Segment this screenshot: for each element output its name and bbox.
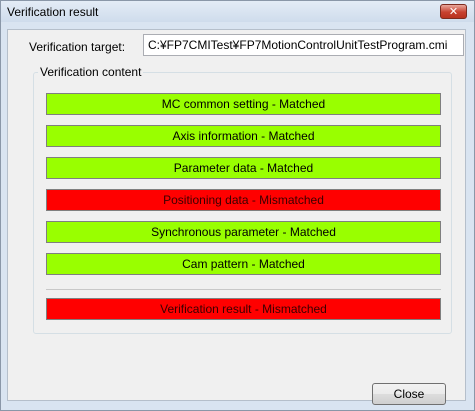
window-title: Verification result [7, 5, 99, 19]
verification-content-legend: Verification content [38, 65, 144, 79]
result-mc-common-setting: MC common setting - Matched [46, 93, 441, 115]
overall-verification-result: Verification result - Mismatched [46, 298, 441, 320]
close-button-label: Close [393, 387, 425, 401]
result-parameter-data: Parameter data - Matched [46, 157, 441, 179]
result-axis-information: Axis information - Matched [46, 125, 441, 147]
close-window-icon[interactable]: ✕ [440, 4, 467, 19]
result-positioning-data: Positioning data - Mismatched [46, 189, 441, 211]
close-button[interactable]: Close [372, 383, 446, 405]
result-synchronous-parameter: Synchronous parameter - Matched [46, 221, 441, 243]
title-bar: Verification result ✕ [1, 1, 474, 22]
verification-target-label: Verification target: [29, 40, 126, 54]
verification-target-field[interactable] [143, 34, 464, 56]
divider [46, 289, 441, 290]
result-cam-pattern: Cam pattern - Matched [46, 253, 441, 275]
